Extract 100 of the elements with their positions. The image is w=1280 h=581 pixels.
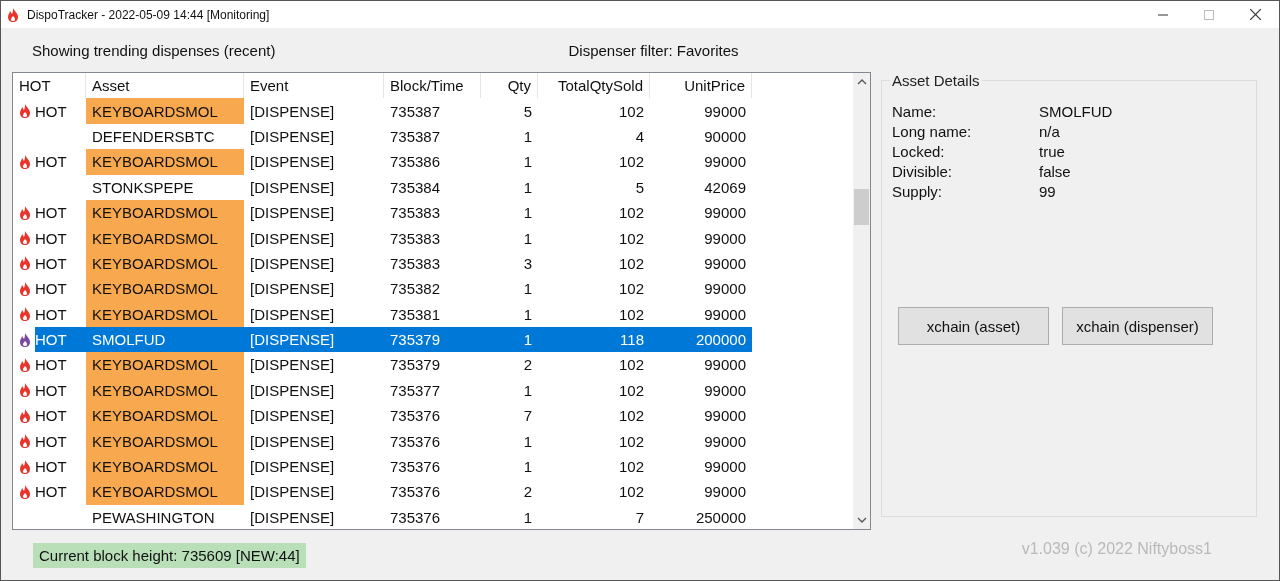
table-cell-text: 102 [617, 457, 645, 478]
window-title: DispoTracker - 2022-05-09 14:44 [Monitoring] [27, 7, 270, 22]
table-cell-text: 102 [617, 203, 645, 224]
xchain-button[interactable]: xchain (asset) [898, 307, 1049, 345]
table-cell-text: 735387 [389, 126, 442, 147]
table-cell-text: [DISPENSE] [249, 253, 336, 274]
close-icon[interactable] [1250, 9, 1261, 20]
table-cell: KEYBOARDSMOL [86, 403, 244, 429]
table-cell-text: 5 [634, 177, 645, 198]
table-cell-text: HOT [35, 203, 68, 224]
table-cell: KEYBOARDSMOL [86, 276, 244, 302]
table-cell-text: [DISPENSE] [249, 152, 336, 173]
table-cell-text: 735376 [389, 431, 442, 452]
table-cell-text: 99000 [703, 304, 747, 325]
table-cell-text: 102 [617, 228, 645, 249]
table-cell-text: 102 [617, 482, 645, 503]
column-header[interactable]: HOT [13, 73, 86, 99]
table-cell-text: [DISPENSE] [249, 431, 336, 452]
table-cell-text: 1 [522, 457, 533, 478]
field-label: Supply: [892, 183, 944, 200]
column-header[interactable]: TotalQtySold [538, 73, 650, 99]
filter-label: Dispenser filter: Favorites [568, 41, 739, 59]
table-cell-text: [DISPENSE] [249, 482, 336, 503]
scroll-up-icon[interactable] [856, 79, 867, 85]
table-cell-text: 99000 [703, 380, 747, 401]
table-cell: KEYBOARDSMOL [86, 98, 244, 124]
table-cell-text: [DISPENSE] [249, 380, 336, 401]
table-cell-text: 735376 [389, 507, 442, 528]
table-cell-text: HOT [35, 228, 68, 249]
table-cell-text: HOT [35, 304, 68, 325]
table-cell-text: 7 [522, 406, 533, 427]
table-cell-text: 99000 [703, 431, 747, 452]
field-label: Long name: [892, 123, 973, 140]
table-cell-text: [DISPENSE] [249, 177, 336, 198]
table-cell-text: 99000 [703, 279, 747, 300]
table-cell-text: 102 [617, 380, 645, 401]
table-cell: 200000 [650, 326, 752, 353]
field-label: Divisible: [892, 163, 953, 180]
table-cell-text: 735382 [389, 279, 442, 300]
table-cell-text: 1 [522, 304, 533, 325]
table-cell: KEYBOARDSMOL [86, 199, 244, 226]
table-cell-text: 735386 [389, 152, 442, 173]
table-cell-text: 99000 [703, 355, 747, 376]
table-cell-text: 1 [522, 279, 533, 300]
field-label: Name: [892, 103, 938, 120]
table-cell-text: HOT [35, 101, 68, 122]
column-header[interactable]: UnitPrice [650, 73, 752, 99]
table-cell-text: 102 [617, 406, 645, 427]
table-cell-text: 99000 [703, 457, 747, 478]
table-cell-text: [DISPENSE] [249, 279, 336, 300]
scrollbar[interactable] [853, 73, 870, 529]
table-cell: HOT [35, 326, 86, 353]
table-cell: KEYBOARDSMOL [86, 479, 244, 505]
table-cell-text: 102 [617, 304, 645, 325]
table-cell-text: 735383 [389, 253, 442, 274]
table-cell-text: 735376 [389, 482, 442, 503]
table-cell: KEYBOARDSMOL [86, 453, 244, 480]
table-cell-text: 90000 [703, 126, 747, 147]
table-cell-text: 3 [522, 253, 533, 274]
column-header[interactable]: Event [244, 73, 384, 99]
table-cell-text: [DISPENSE] [249, 203, 336, 224]
table-cell-text: 735381 [389, 304, 442, 325]
table-cell: KEYBOARDSMOL [86, 225, 244, 251]
scrollbar-thumb[interactable] [854, 189, 869, 225]
table-cell-text: 735377 [389, 380, 442, 401]
table-cell-text: 102 [617, 253, 645, 274]
xchain-button[interactable]: xchain (dispenser) [1062, 307, 1213, 345]
table-cell-text: HOT [35, 380, 68, 401]
table-cell: 735379 [384, 326, 481, 353]
table-cell-text: 99000 [703, 482, 747, 503]
table-cell-text: HOT [35, 457, 68, 478]
table-cell-text: HOT [35, 152, 68, 173]
table-cell-text: [DISPENSE] [249, 126, 336, 147]
table-cell-text: 102 [617, 101, 645, 122]
table-cell-text: 102 [617, 355, 645, 376]
field-value: false [1039, 163, 1072, 180]
table-cell: KEYBOARDSMOL [86, 428, 244, 454]
table-cell-text: 2 [522, 355, 533, 376]
table-cell-text: 1 [522, 203, 533, 224]
table-cell-text: 1 [522, 380, 533, 401]
table-cell-text: STONKSPEPE [91, 177, 195, 198]
table-cell-text: 99000 [703, 406, 747, 427]
table-cell-text: 99000 [703, 152, 747, 173]
table-cell-text: [DISPENSE] [249, 355, 336, 376]
table-cell-text: [DISPENSE] [249, 228, 336, 249]
table-cell-text: 735383 [389, 203, 442, 224]
table-cell-text: 102 [617, 152, 645, 173]
table-cell: KEYBOARDSMOL [86, 352, 244, 378]
table-cell-text: 1 [522, 507, 533, 528]
table-cell-text: 4 [634, 126, 645, 147]
column-header[interactable]: Block/Time [384, 73, 481, 99]
table-cell-text: HOT [35, 482, 68, 503]
table-cell-text: 735384 [389, 177, 442, 198]
table-cell-text: DEFENDERSBTC [91, 126, 216, 147]
column-header[interactable]: Qty [481, 73, 538, 99]
block-height-label: Current block height: 735609 [NEW:44] [33, 542, 306, 568]
table-cell-text: [DISPENSE] [249, 101, 336, 122]
table-cell-text: 1 [522, 431, 533, 452]
group-title: Asset Details [890, 72, 982, 89]
scroll-down-icon[interactable] [856, 517, 867, 523]
